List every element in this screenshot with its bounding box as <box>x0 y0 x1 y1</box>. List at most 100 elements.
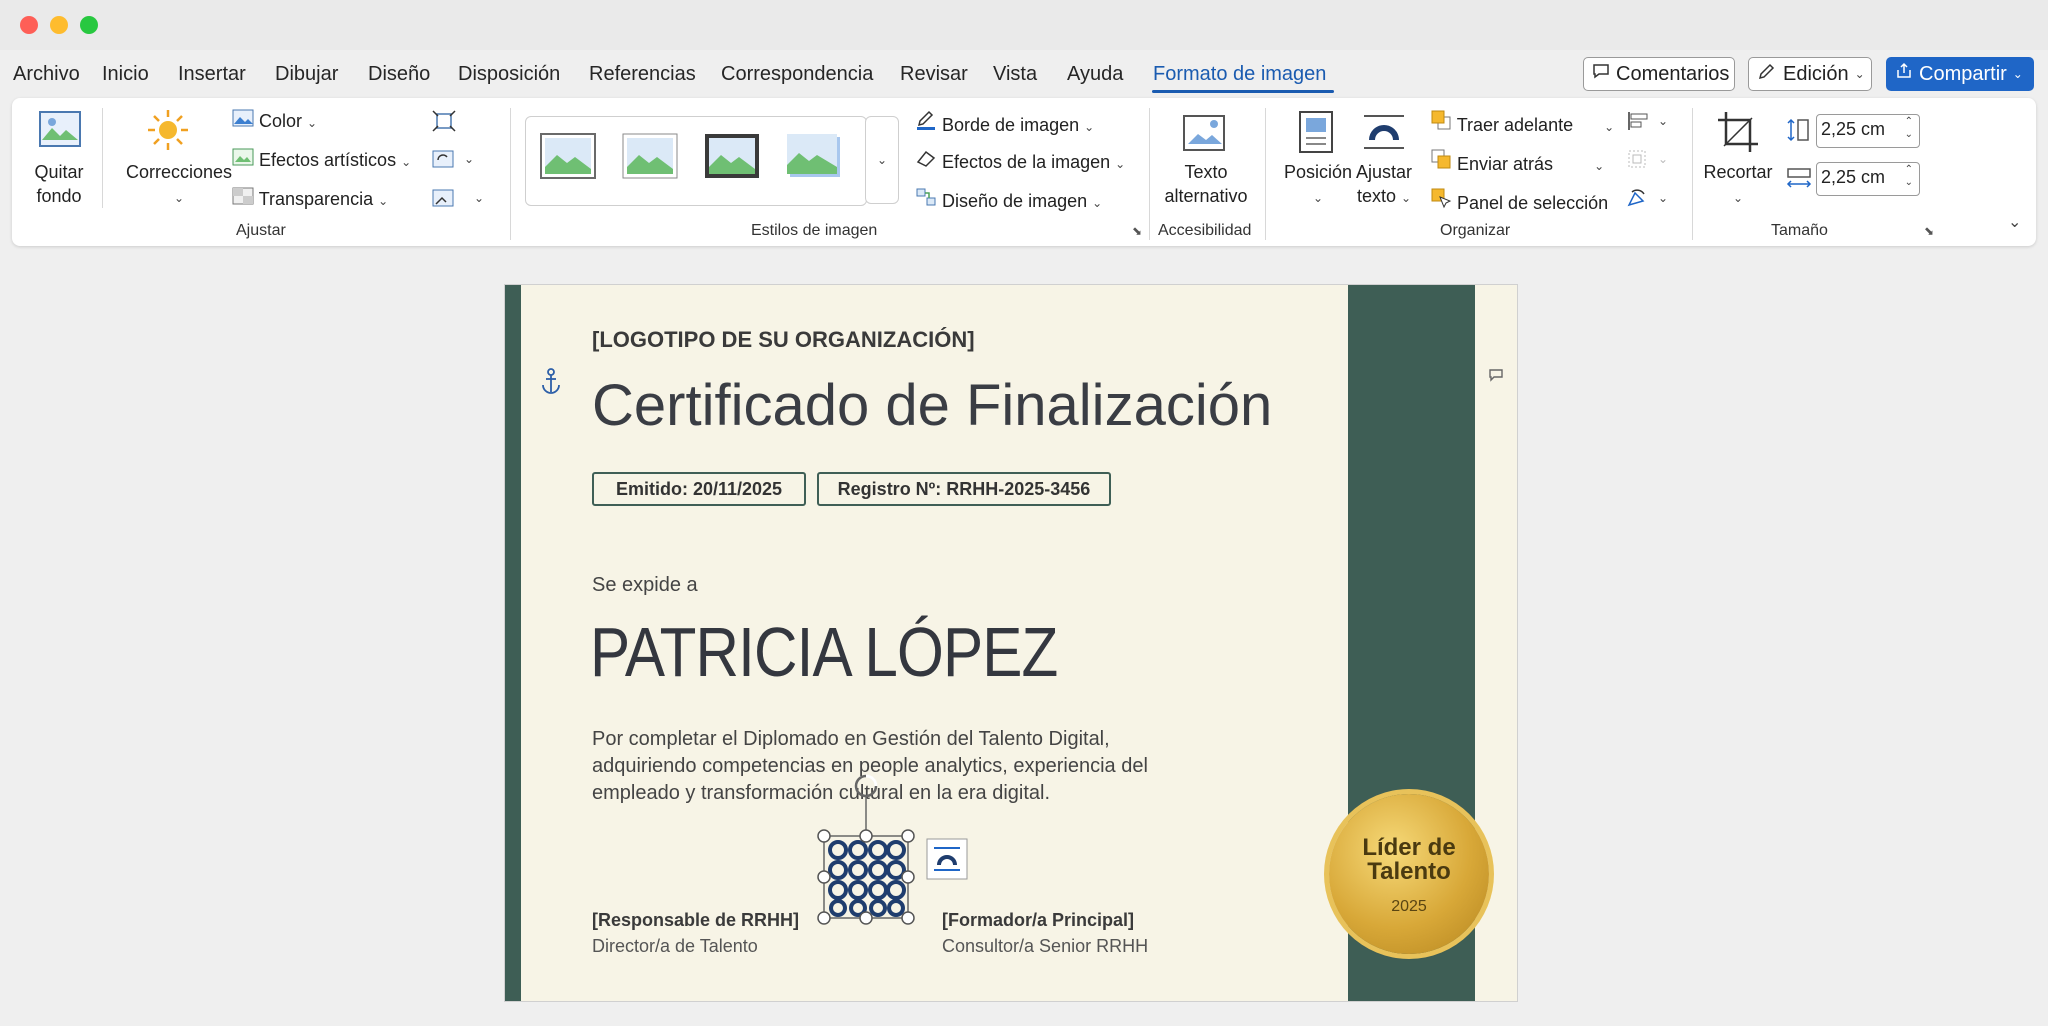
svg-text:⌄: ⌄ <box>1658 191 1668 205</box>
height-icon <box>1786 118 1812 147</box>
share-label: Compartir <box>1919 62 2007 85</box>
artistic-effects-button[interactable]: Efectos artísticos ⌄ <box>232 148 411 171</box>
tab-referencias[interactable]: Referencias <box>589 63 696 86</box>
chevron-down-icon[interactable]: ⌄ <box>1905 129 1913 140</box>
recipient-name: PATRICIA LÓPEZ <box>590 613 1058 691</box>
chevron-down-icon[interactable]: ⌄ <box>1905 177 1913 188</box>
tab-diseno[interactable]: Diseño <box>368 63 430 86</box>
chevron-up-icon[interactable]: ⌃ <box>1905 116 1913 127</box>
chevron-down-icon: ⌄ <box>2012 67 2023 81</box>
chevron-down-icon: ⌄ <box>1854 67 1865 81</box>
tab-disposicion[interactable]: Disposición <box>458 63 560 86</box>
chevron-up-icon[interactable]: ⌃ <box>1905 164 1913 175</box>
signature-1-role: Director/a de Talento <box>592 936 758 956</box>
tab-archivo[interactable]: Archivo <box>13 63 80 86</box>
picture-styles-gallery <box>525 116 867 206</box>
wrap-text-button[interactable]: Ajustar texto ⌄ <box>1348 160 1420 210</box>
transparency-icon <box>232 187 254 209</box>
send-backward-button[interactable]: Enviar atrás ⌄ <box>1430 148 1604 175</box>
dialog-launcher-icon[interactable]: ⬊ <box>1924 224 1934 238</box>
close-window-button[interactable] <box>20 16 38 34</box>
position-button[interactable]: Posición ⌄ <box>1278 160 1358 210</box>
align-icon[interactable]: ⌄ <box>1626 110 1670 137</box>
tab-revisar[interactable]: Revisar <box>900 63 968 86</box>
remove-background-icon <box>38 110 82 155</box>
svg-text:⌄: ⌄ <box>1658 114 1668 128</box>
compress-pictures-icon[interactable] <box>432 110 456 137</box>
tab-inicio[interactable]: Inicio <box>102 63 149 86</box>
crop-icon <box>1716 110 1760 159</box>
anchor-icon[interactable] <box>540 368 562 401</box>
layout-options-icon[interactable] <box>926 838 968 885</box>
effects-icon <box>915 150 937 172</box>
badge-line-2: Talento <box>1367 858 1451 885</box>
picture-layout-label: Diseño de imagen <box>942 191 1088 211</box>
chevron-down-icon: ⌄ <box>876 153 888 167</box>
bring-forward-icon <box>1430 110 1452 135</box>
color-button[interactable]: Color ⌄ <box>232 109 317 132</box>
signature-2-title: [Formador/a Principal] <box>942 910 1135 930</box>
ribbon: Quitar fondo Correcciones ⌄ Color ⌄ Efect… <box>12 98 2036 246</box>
height-input[interactable]: 2,25 cm ⌃ ⌄ <box>1816 114 1920 148</box>
tab-formato-de-imagen[interactable]: Formato de imagen <box>1153 63 1326 86</box>
title-bar <box>0 0 2048 50</box>
selection-pane-label: Panel de selección <box>1457 193 1609 213</box>
picture-style-1[interactable] <box>540 133 596 179</box>
group-label-accesibilidad: Accesibilidad <box>1158 222 1252 239</box>
picture-effects-button[interactable]: Efectos de la imagen ⌄ <box>915 148 1125 173</box>
picture-style-3[interactable] <box>704 133 760 179</box>
picture-layout-button[interactable]: Diseño de imagen ⌄ <box>915 187 1102 212</box>
tab-vista[interactable]: Vista <box>993 63 1037 86</box>
tab-dibujar[interactable]: Dibujar <box>275 63 338 86</box>
width-icon <box>1786 166 1812 195</box>
wrap-text-label-1: Ajustar <box>1355 162 1413 182</box>
alt-text-label-1: Texto <box>1184 162 1228 182</box>
group-divider <box>510 108 511 240</box>
change-picture-icon[interactable]: ⌄ <box>432 148 476 175</box>
tab-insertar[interactable]: Insertar <box>178 63 246 86</box>
rotate-icon[interactable]: ⌄ <box>1626 187 1670 214</box>
comments-button[interactable]: Comentarios <box>1583 57 1735 91</box>
color-label: Color <box>259 111 303 131</box>
certificate-title: Certificado de Finalización <box>592 373 1273 438</box>
corrections-button[interactable]: Correcciones ⌄ <box>112 160 246 210</box>
group-divider <box>1265 108 1266 240</box>
group-label-organizar: Organizar <box>1440 222 1511 239</box>
collapse-ribbon-icon[interactable]: ⌄ <box>2008 212 2021 232</box>
remove-bg-label-2: fondo <box>36 186 82 206</box>
selected-picture[interactable] <box>810 768 920 933</box>
svg-text:⌄: ⌄ <box>474 191 484 205</box>
dialog-launcher-icon[interactable]: ⬊ <box>1132 224 1142 238</box>
tab-ayuda[interactable]: Ayuda <box>1067 63 1123 86</box>
bring-forward-button[interactable]: Traer adelante ⌄ <box>1430 109 1614 136</box>
selection-pane-button[interactable]: Panel de selección <box>1430 187 1608 214</box>
badge-line-1: Líder de <box>1362 834 1456 861</box>
picture-style-2[interactable] <box>622 133 678 179</box>
remove-background-button[interactable]: Quitar fondo <box>26 160 92 208</box>
pencil-icon <box>1757 61 1777 87</box>
comments-label: Comentarios <box>1616 62 1730 85</box>
editing-mode-button[interactable]: Edición ⌄ <box>1748 57 1872 91</box>
reset-picture-icon[interactable]: ⌄ <box>432 187 486 214</box>
minimize-window-button[interactable] <box>50 16 68 34</box>
alt-text-icon <box>1182 112 1230 161</box>
issued-date-tag: Emitido: 20/11/2025 <box>592 472 806 506</box>
tab-correspondencia[interactable]: Correspondencia <box>721 63 873 86</box>
wrap-text-label-2: texto <box>1356 186 1396 206</box>
crop-label: Recortar <box>1703 162 1773 182</box>
share-button[interactable]: Compartir ⌄ <box>1886 57 2034 91</box>
remove-bg-label-1: Quitar <box>34 162 84 182</box>
transparency-button[interactable]: Transparencia ⌄ <box>232 187 388 210</box>
pen-icon <box>915 110 937 135</box>
crop-button[interactable]: Recortar ⌄ <box>1702 160 1774 210</box>
picture-border-button[interactable]: Borde de imagen ⌄ <box>915 109 1094 136</box>
alt-text-button[interactable]: Texto alternativo <box>1156 160 1256 208</box>
position-icon <box>1296 110 1336 159</box>
picture-style-4[interactable] <box>786 133 842 179</box>
width-input[interactable]: 2,25 cm ⌃ ⌄ <box>1816 162 1920 196</box>
comment-marker-icon[interactable] <box>1488 368 1504 387</box>
svg-text:⌄: ⌄ <box>1658 152 1668 166</box>
styles-more-button[interactable]: ⌄ <box>865 116 899 204</box>
logo-placeholder: [LOGOTIPO DE SU ORGANIZACIÓN] <box>592 327 975 352</box>
maximize-window-button[interactable] <box>80 16 98 34</box>
